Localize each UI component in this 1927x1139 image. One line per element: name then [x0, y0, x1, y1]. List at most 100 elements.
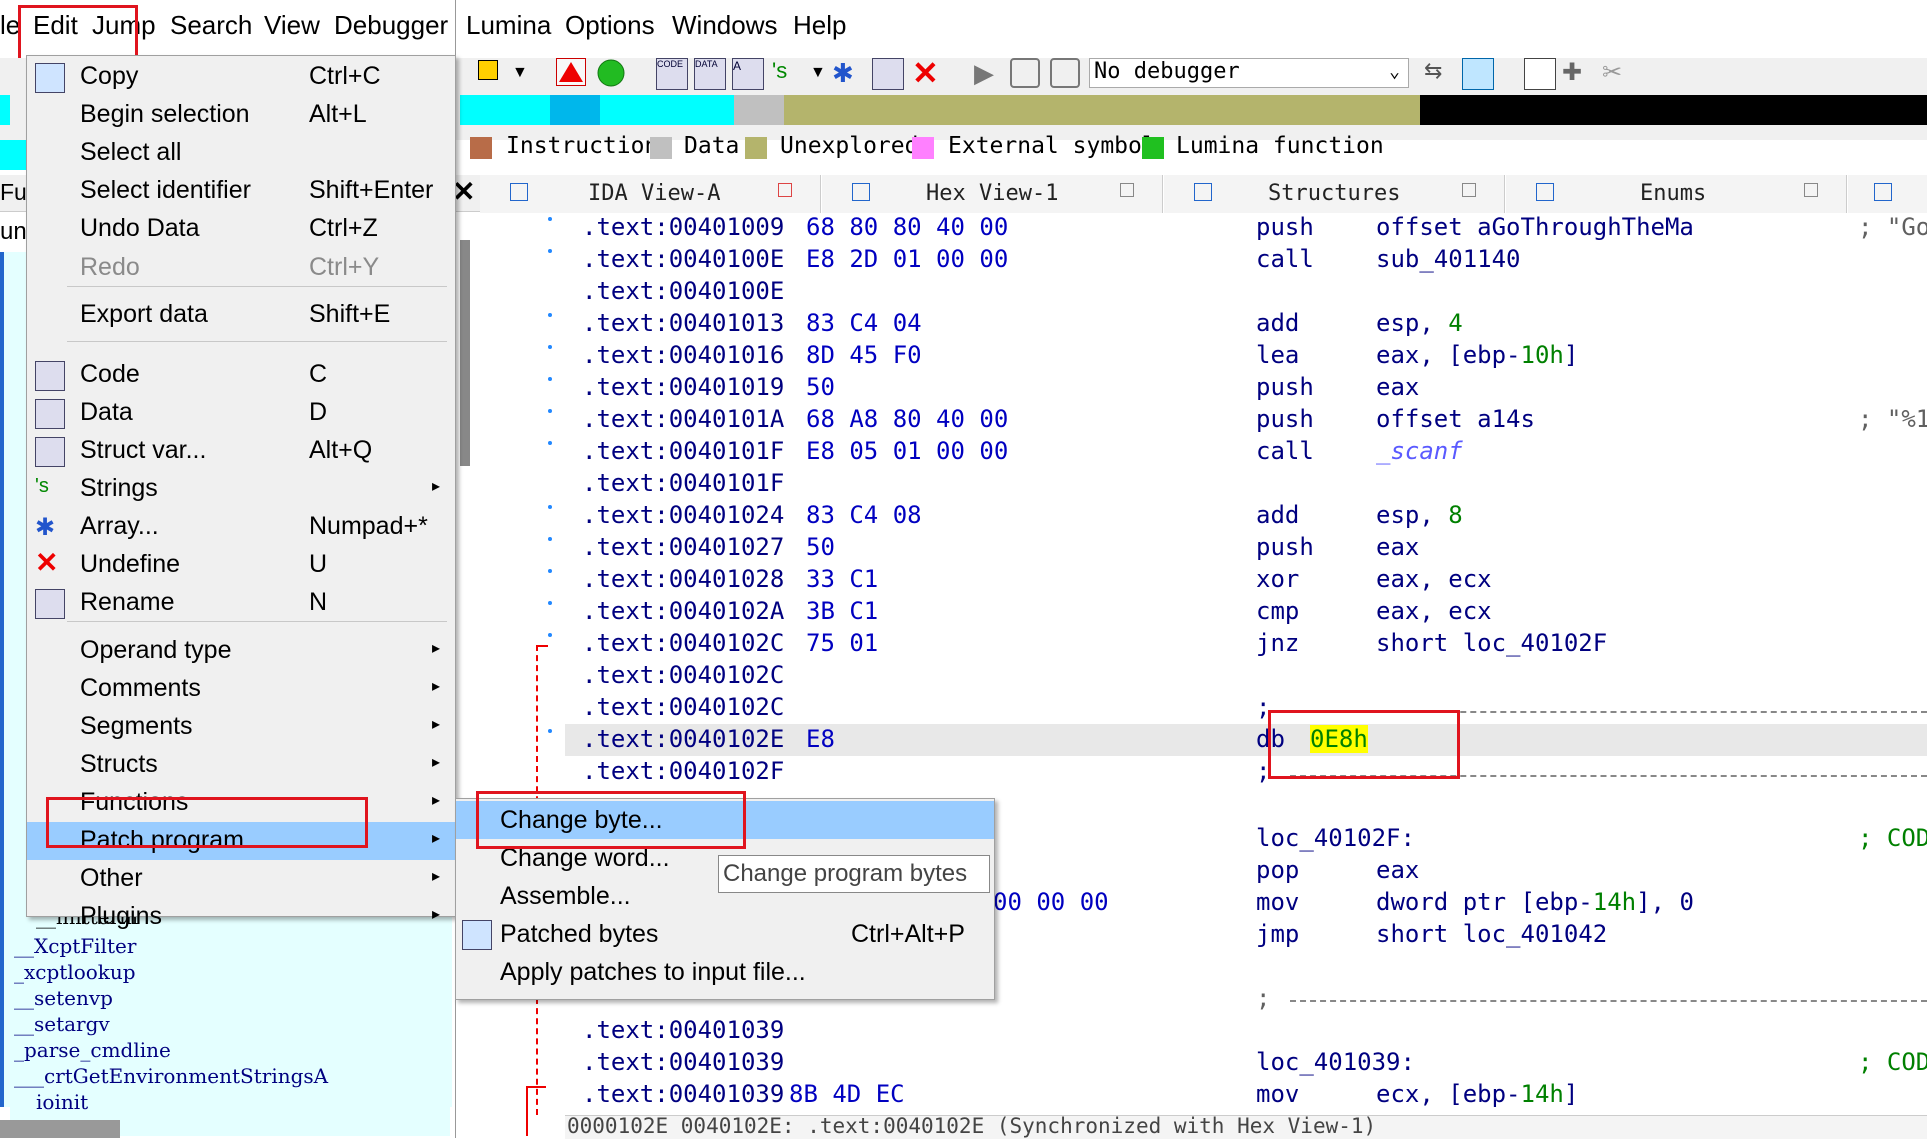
listing-address[interactable]: .text:0040102C	[582, 661, 784, 689]
menu-item-copy[interactable]: Copy Ctrl+C	[27, 58, 455, 96]
data-icon[interactable]: DATA	[694, 58, 726, 90]
menu-item-select-all[interactable]: Select all	[27, 134, 455, 172]
listing-operand[interactable]: eax, ecx	[1376, 565, 1492, 593]
listing-operand[interactable]: eax, [ebp-10h]	[1376, 341, 1578, 369]
tab-structures[interactable]: Structures	[1164, 175, 1505, 213]
listing-operand[interactable]: eax	[1376, 856, 1419, 884]
menu-item-other[interactable]: Other ▸	[27, 860, 455, 898]
listing-address[interactable]: .text:0040102A	[582, 597, 784, 625]
tab-hex-view-1[interactable]: Hex View-1	[822, 175, 1163, 213]
green-circle-icon[interactable]	[596, 58, 626, 88]
menu-options[interactable]: Options	[565, 10, 655, 41]
process-icon[interactable]	[1462, 58, 1494, 90]
play-icon[interactable]: ▶	[974, 58, 1002, 88]
menu-item-segments[interactable]: Segments ▸	[27, 708, 455, 746]
tab-ida-view-a[interactable]: IDA View-A	[480, 175, 821, 213]
listing-address[interactable]: .text:00401027	[582, 533, 784, 561]
listing-address[interactable]: .text:0040102C	[582, 693, 784, 721]
warning-icon[interactable]	[556, 58, 586, 86]
listing-address[interactable]: .text:0040101A	[582, 405, 784, 433]
listing-address[interactable]: .text:00401024	[582, 501, 784, 529]
menu-item-comments[interactable]: Comments ▸	[27, 670, 455, 708]
menu-search[interactable]: Search	[170, 10, 252, 41]
menu-item-operand-type[interactable]: Operand type ▸	[27, 632, 455, 670]
menu-item-redo[interactable]: Redo Ctrl+Y	[27, 249, 455, 287]
menu-item-begin-selection[interactable]: Begin selection Alt+L	[27, 96, 455, 134]
menu-item-struct-var[interactable]: Struct var... Alt+Q	[27, 432, 455, 470]
add-breakpoint-icon[interactable]: ✚	[1562, 58, 1592, 88]
array-icon[interactable]: ✱	[832, 58, 862, 88]
listing-operand[interactable]: esp, 8	[1376, 501, 1463, 529]
listing-operand[interactable]: short loc_401042	[1376, 920, 1607, 948]
menu-item-array[interactable]: Array... Numpad+* ✱	[27, 508, 455, 546]
menu-item-undo-data[interactable]: Undo Data Ctrl+Z	[27, 210, 455, 248]
submenu-item-apply-patches-to-input-file[interactable]: Apply patches to input file...	[456, 953, 994, 991]
listing-operand[interactable]: offset aGoThroughTheMa	[1376, 213, 1694, 241]
menu-item-export-data[interactable]: Export data Shift+E	[27, 296, 455, 334]
menu-item-plugins[interactable]: Plugins ▸	[27, 898, 455, 936]
listing-operand[interactable]: dword ptr [ebp-14h], 0	[1376, 888, 1694, 916]
struct-icon[interactable]: A	[732, 58, 764, 90]
listing-address[interactable]: .text:00401039	[582, 1080, 784, 1108]
listing-operand[interactable]: ecx, [ebp-14h]	[1376, 1080, 1578, 1108]
function-item[interactable]: __setargv	[14, 1012, 110, 1036]
listing-address[interactable]: .text:00401013	[582, 309, 784, 337]
listing-operand[interactable]: eax, ecx	[1376, 597, 1492, 625]
analysis-icon[interactable]	[478, 60, 498, 80]
menu-item-data[interactable]: Data D	[27, 394, 455, 432]
listing-label[interactable]: loc_401039:	[1256, 1048, 1415, 1076]
tab-close-icon[interactable]	[778, 183, 792, 197]
listing-operand[interactable]: sub_401140	[1376, 245, 1521, 273]
menu-item-select-identifier[interactable]: Select identifier Shift+Enter	[27, 172, 455, 210]
tab-enums[interactable]: Enums	[1506, 175, 1847, 213]
delete-breakpoint-icon[interactable]: ✂	[1602, 58, 1632, 88]
menu-view[interactable]: View	[264, 10, 320, 41]
listing-address[interactable]: .text:0040102F	[582, 757, 784, 785]
menu-help[interactable]: Help	[793, 10, 846, 41]
scrollbar-thumb[interactable]	[460, 240, 470, 466]
dropdown-arrow-icon[interactable]: ▼	[512, 64, 528, 82]
breakpoints-icon[interactable]	[1524, 58, 1556, 90]
menu-item-strings[interactable]: Strings ▸ 's	[27, 470, 455, 508]
listing-address[interactable]: .text:0040101F	[582, 469, 784, 497]
undefine-icon[interactable]: ✕	[912, 54, 942, 91]
listing-operand[interactable]: _scanf	[1376, 437, 1463, 465]
stop-icon[interactable]	[1050, 58, 1080, 88]
listing-operand[interactable]: esp, 4	[1376, 309, 1463, 337]
menu-item-structs[interactable]: Structs ▸	[27, 746, 455, 784]
function-item[interactable]: ___crtGetEnvironmentStringsA	[14, 1064, 328, 1088]
dropdown-arrow-icon[interactable]: ▼	[810, 64, 826, 82]
listing-label[interactable]: loc_40102F:	[1256, 824, 1415, 852]
debugger-select[interactable]: No debugger ⌄	[1089, 58, 1409, 88]
menu-item-code[interactable]: Code C	[27, 356, 455, 394]
listing-address[interactable]: .text:00401028	[582, 565, 784, 593]
listing-address[interactable]: .text:00401016	[582, 341, 784, 369]
horizontal-scrollbar[interactable]	[0, 1120, 120, 1138]
code-icon[interactable]: CODE	[656, 58, 688, 90]
menu-debugger[interactable]: Debugger	[334, 10, 448, 41]
strings-icon[interactable]: 's	[772, 58, 802, 88]
listing-operand[interactable]: eax	[1376, 373, 1419, 401]
listing-operand[interactable]: eax	[1376, 533, 1419, 561]
tab-close-icon[interactable]	[1804, 183, 1818, 197]
listing-address[interactable]: .text:00401009	[582, 213, 784, 241]
submenu-item-patched-bytes[interactable]: Patched bytes Ctrl+Alt+P	[456, 915, 994, 953]
menu-lumina[interactable]: Lumina	[466, 10, 551, 41]
rename-icon[interactable]	[872, 58, 904, 90]
attach-icon[interactable]: ⇆	[1424, 58, 1454, 88]
menu-item-rename[interactable]: Rename N	[27, 584, 455, 622]
function-item[interactable]: _xcptlookup	[14, 960, 136, 984]
function-item[interactable]: __XcptFilter	[14, 934, 136, 958]
listing-address[interactable]: .text:0040100E	[582, 245, 784, 273]
listing-address[interactable]: .text:0040102C	[582, 629, 784, 657]
listing-address[interactable]: .text:00401039	[582, 1016, 784, 1044]
function-item[interactable]: _parse_cmdline	[14, 1038, 171, 1062]
function-item[interactable]: ioinit	[36, 1090, 88, 1114]
listing-address[interactable]: .text:00401019	[582, 373, 784, 401]
listing-address[interactable]: .text:0040101F	[582, 437, 784, 465]
listing-address[interactable]: .text:0040102E	[582, 725, 784, 753]
tab-more[interactable]	[1848, 175, 1927, 213]
tab-close-icon[interactable]	[1462, 183, 1476, 197]
listing-operand[interactable]: short loc_40102F	[1376, 629, 1607, 657]
menu-windows[interactable]: Windows	[672, 10, 777, 41]
